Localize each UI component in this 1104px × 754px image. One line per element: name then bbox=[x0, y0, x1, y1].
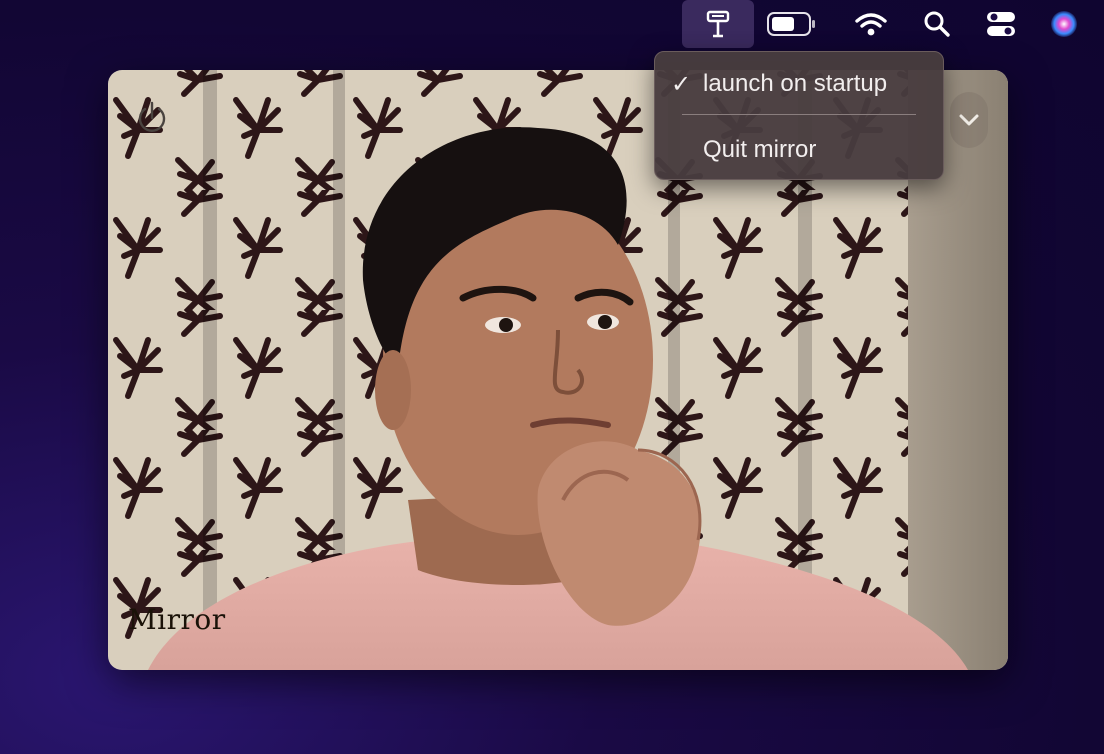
menu-item-label: launch on startup bbox=[703, 70, 888, 97]
chevron-down-icon bbox=[959, 114, 979, 126]
menu-separator bbox=[682, 114, 916, 115]
battery-icon bbox=[767, 12, 815, 36]
wifi-menubar-item[interactable] bbox=[846, 0, 896, 48]
wifi-icon bbox=[855, 13, 887, 36]
search-menubar-item[interactable] bbox=[912, 0, 962, 48]
siri-menubar-item[interactable] bbox=[1040, 0, 1088, 48]
menu-bar bbox=[0, 0, 1104, 48]
control-center-icon bbox=[987, 12, 1015, 36]
collapse-button[interactable] bbox=[950, 92, 988, 148]
app-dropdown-menu: ✓ launch on startup Quit mirror bbox=[654, 51, 944, 180]
power-button[interactable] bbox=[132, 98, 172, 138]
menu-item-label: Quit mirror bbox=[703, 136, 817, 163]
checkmark-icon: ✓ bbox=[671, 70, 692, 98]
control-center-menubar-item[interactable] bbox=[976, 0, 1026, 48]
menu-item-launch-on-startup[interactable]: ✓ launch on startup bbox=[655, 60, 943, 108]
mirror-app-icon bbox=[706, 10, 730, 38]
power-icon bbox=[138, 101, 166, 132]
search-icon bbox=[924, 11, 950, 37]
battery-menubar-item[interactable] bbox=[760, 0, 824, 48]
siri-icon bbox=[1051, 11, 1077, 37]
mirror-app-menubar-item[interactable] bbox=[682, 0, 754, 48]
menu-item-quit-mirror[interactable]: Quit mirror bbox=[655, 126, 943, 174]
mirror-watermark-label: Mirror bbox=[128, 603, 226, 636]
